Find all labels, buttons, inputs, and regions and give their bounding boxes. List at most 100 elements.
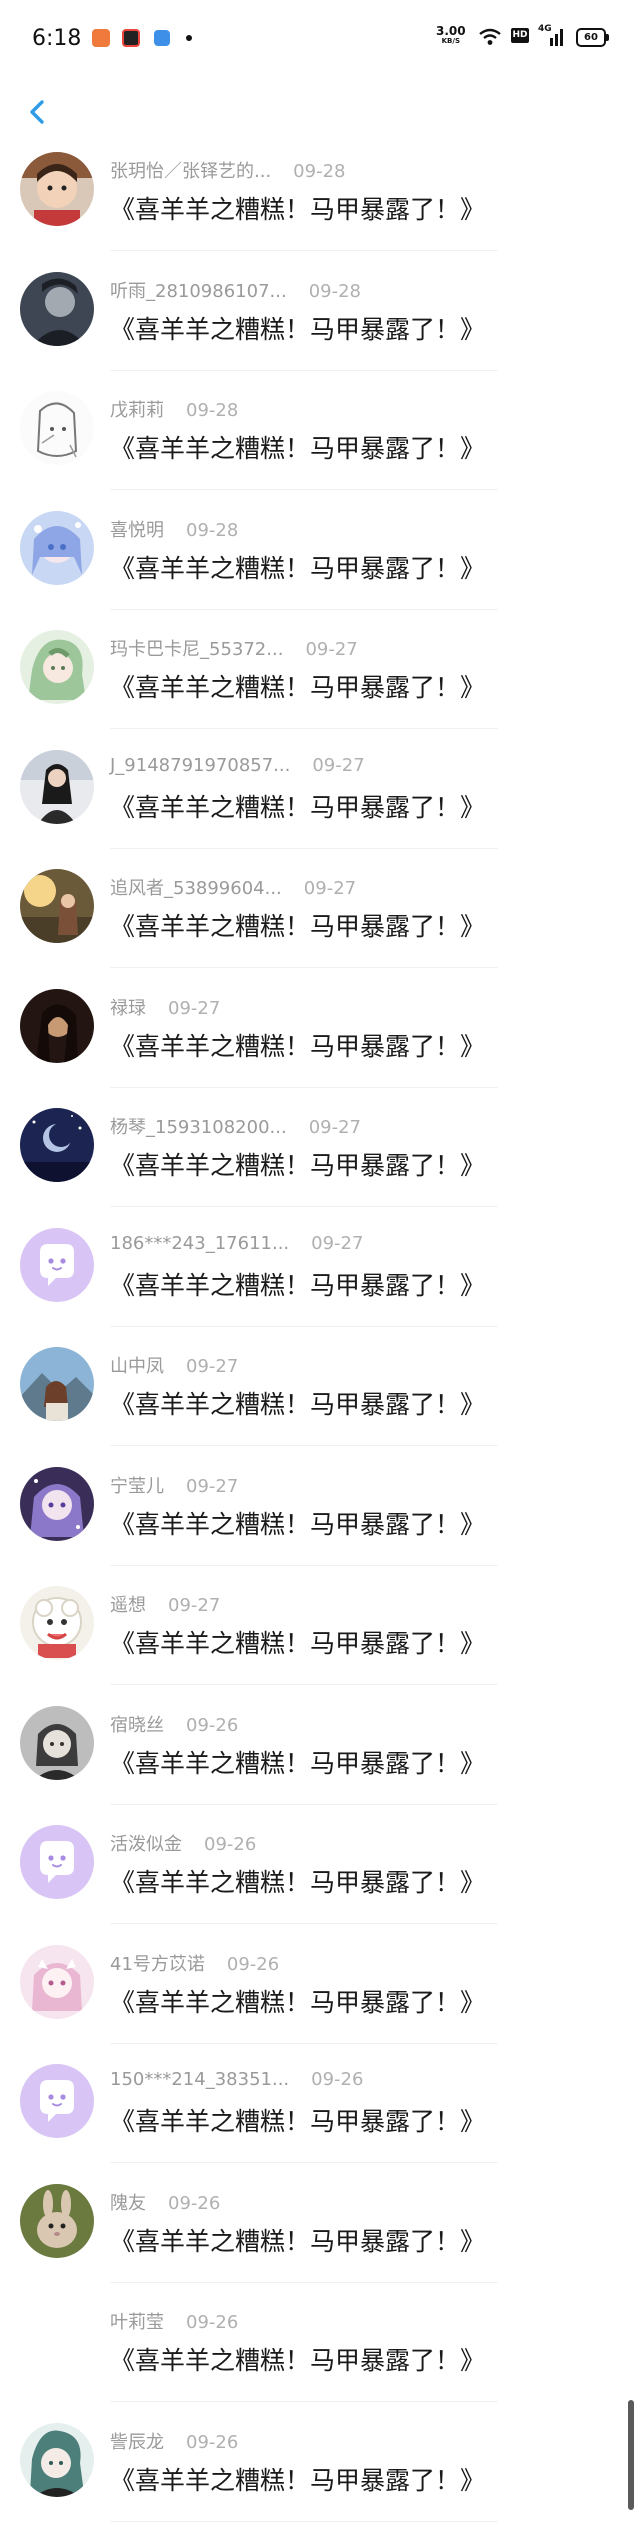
message-meta: 宿晓丝09-26 xyxy=(110,1711,238,1737)
status-bar: 6:18 3.00 KB/S HD 4G 60 xyxy=(0,0,640,76)
message-meta: 山中凤 09-27 xyxy=(110,1352,238,1378)
message-list: 张玥怡／张铎艺的...09-28《喜羊羊之糟糕！马甲暴露了！》听雨_281098… xyxy=(0,140,640,2530)
avatar[interactable] xyxy=(20,1228,94,1302)
avatar[interactable] xyxy=(20,2064,94,2138)
message-date: 09-26 xyxy=(186,2312,238,2333)
message-date: 09-26 xyxy=(227,1954,279,1975)
nav-bar xyxy=(0,76,640,148)
avatar[interactable] xyxy=(20,1467,94,1541)
message-row[interactable]: 訾辰龙09-26《喜羊羊之糟糕！马甲暴露了！》 xyxy=(0,2411,640,2530)
network-speed-value: 3.00 xyxy=(436,24,466,38)
message-text: 《喜羊羊之糟糕！马甲暴露了！》 xyxy=(110,668,485,704)
avatar-image xyxy=(20,630,94,704)
sender-name[interactable]: 喜悦明 xyxy=(110,520,164,541)
avatar-image xyxy=(20,869,94,943)
message-date: 09-27 xyxy=(311,1233,363,1254)
sender-name[interactable]: 杨琴_1593108200... xyxy=(110,1117,287,1138)
sender-name[interactable]: 禄琭 xyxy=(110,998,146,1019)
message-row[interactable]: 遥想09-27《喜羊羊之糟糕！马甲暴露了！》 xyxy=(0,1574,640,1694)
avatar-image xyxy=(20,1467,94,1541)
sender-name[interactable]: 张玥怡／张铎艺的... xyxy=(110,161,271,182)
avatar[interactable] xyxy=(20,152,94,226)
sender-name[interactable]: J_9148791970857... xyxy=(110,755,290,776)
message-row[interactable]: 戊莉莉09-28《喜羊羊之糟糕！马甲暴露了！》 xyxy=(0,379,640,499)
signal-icon xyxy=(538,26,566,48)
avatar[interactable] xyxy=(20,1945,94,2019)
sender-name[interactable]: 玛卡巴卡尼_55372... xyxy=(110,639,283,660)
message-row[interactable]: 隗友09-26《喜羊羊之糟糕！马甲暴露了！》 xyxy=(0,2172,640,2292)
scrollbar[interactable] xyxy=(628,2400,634,2510)
message-meta: 听雨_2810986107...09-28 xyxy=(110,277,361,303)
avatar[interactable] xyxy=(20,272,94,346)
message-row[interactable]: 186***243_17611... 09-27 《喜羊羊之糟糕！马甲暴露了！》 xyxy=(0,1216,640,1336)
divider xyxy=(110,848,498,849)
avatar[interactable] xyxy=(20,511,94,585)
battery-icon: 60 xyxy=(576,28,606,47)
avatar-image xyxy=(20,1228,94,1302)
avatar[interactable] xyxy=(20,630,94,704)
avatar-image xyxy=(20,2184,94,2258)
message-meta: 訾辰龙 09-26 xyxy=(110,2428,238,2454)
message-meta: 150***214_38351... 09-26 xyxy=(110,2069,363,2090)
divider xyxy=(110,728,498,729)
divider xyxy=(110,1923,498,1924)
avatar[interactable] xyxy=(20,2184,94,2258)
sender-name[interactable]: 186***243_17611... xyxy=(110,1233,289,1254)
avatar[interactable] xyxy=(20,391,94,465)
sender-name[interactable]: 遥想 xyxy=(110,1595,146,1616)
message-date: 09-27 xyxy=(186,1356,238,1377)
sender-name[interactable]: 宁莹儿 xyxy=(110,1476,164,1497)
message-row[interactable]: 追风者_53899604...09-27《喜羊羊之糟糕！马甲暴露了！》 xyxy=(0,857,640,977)
sender-name[interactable]: 叶莉莹 xyxy=(110,2312,164,2333)
avatar[interactable] xyxy=(20,2303,94,2377)
sender-name[interactable]: 訾辰龙 xyxy=(110,2432,164,2453)
sender-name[interactable]: 听雨_2810986107... xyxy=(110,281,287,302)
sender-name[interactable]: 山中凤 xyxy=(110,1356,164,1377)
sender-name[interactable]: 追风者_53899604... xyxy=(110,878,282,899)
avatar[interactable] xyxy=(20,869,94,943)
avatar-image xyxy=(20,989,94,1063)
message-row[interactable]: 禄琭09-27《喜羊羊之糟糕！马甲暴露了！》 xyxy=(0,977,640,1097)
message-row[interactable]: 叶莉莹09-26《喜羊羊之糟糕！马甲暴露了！》 xyxy=(0,2291,640,2411)
message-row[interactable]: 宁莹儿09-27《喜羊羊之糟糕！马甲暴露了！》 xyxy=(0,1455,640,1575)
sender-name[interactable]: 150***214_38351... xyxy=(110,2069,289,2090)
message-row[interactable]: 宿晓丝09-26《喜羊羊之糟糕！马甲暴露了！》 xyxy=(0,1694,640,1814)
divider xyxy=(110,2282,498,2283)
message-date: 09-27 xyxy=(186,1476,238,1497)
message-text: 《喜羊羊之糟糕！马甲暴露了！》 xyxy=(110,1266,485,1302)
message-meta: 玛卡巴卡尼_55372...09-27 xyxy=(110,635,358,661)
message-date: 09-27 xyxy=(304,878,356,899)
message-row[interactable]: 活泼似金09-26《喜羊羊之糟糕！马甲暴露了！》 xyxy=(0,1813,640,1933)
message-row[interactable]: 玛卡巴卡尼_55372...09-27 《喜羊羊之糟糕！马甲暴露了！》 xyxy=(0,618,640,738)
avatar[interactable] xyxy=(20,750,94,824)
avatar[interactable] xyxy=(20,1825,94,1899)
divider xyxy=(110,967,498,968)
back-button[interactable] xyxy=(18,88,58,136)
message-row[interactable]: 山中凤09-27《喜羊羊之糟糕！马甲暴露了！》 xyxy=(0,1335,640,1455)
message-row[interactable]: 150***214_38351...09-26《喜羊羊之糟糕！马甲暴露了！》 xyxy=(0,2052,640,2172)
message-row[interactable]: J_9148791970857...09-27《喜羊羊之糟糕！马甲暴露了！》 xyxy=(0,738,640,858)
more-notifications-icon xyxy=(186,35,192,41)
message-row[interactable]: 张玥怡／张铎艺的...09-28《喜羊羊之糟糕！马甲暴露了！》 xyxy=(0,140,640,260)
sender-name[interactable]: 宿晓丝 xyxy=(110,1715,164,1736)
sender-name[interactable]: 戊莉莉 xyxy=(110,400,164,421)
message-meta: 戊莉莉09-28 xyxy=(110,396,238,422)
message-row[interactable]: 喜悦明09-28《喜羊羊之糟糕！马甲暴露了！》 xyxy=(0,499,640,619)
message-row[interactable]: 41号方苡诺09-26《喜羊羊之糟糕！马甲暴露了！》 xyxy=(0,1933,640,2053)
message-meta: 隗友09-26 xyxy=(110,2189,220,2215)
avatar[interactable] xyxy=(20,2423,94,2497)
status-time: 6:18 xyxy=(32,26,81,51)
message-date: 09-26 xyxy=(311,2069,363,2090)
avatar[interactable] xyxy=(20,1706,94,1780)
avatar[interactable] xyxy=(20,1586,94,1660)
message-row[interactable]: 听雨_2810986107...09-28《喜羊羊之糟糕！马甲暴露了！》 xyxy=(0,260,640,380)
avatar[interactable] xyxy=(20,1108,94,1182)
sender-name[interactable]: 活泼似金 xyxy=(110,1834,182,1855)
avatar[interactable] xyxy=(20,989,94,1063)
sender-name[interactable]: 隗友 xyxy=(110,2193,146,2214)
message-date: 09-26 xyxy=(186,2432,238,2453)
avatar-image xyxy=(20,1706,94,1780)
message-row[interactable]: 杨琴_1593108200...09-27《喜羊羊之糟糕！马甲暴露了！》 xyxy=(0,1096,640,1216)
sender-name[interactable]: 41号方苡诺 xyxy=(110,1954,205,1975)
avatar[interactable] xyxy=(20,1347,94,1421)
